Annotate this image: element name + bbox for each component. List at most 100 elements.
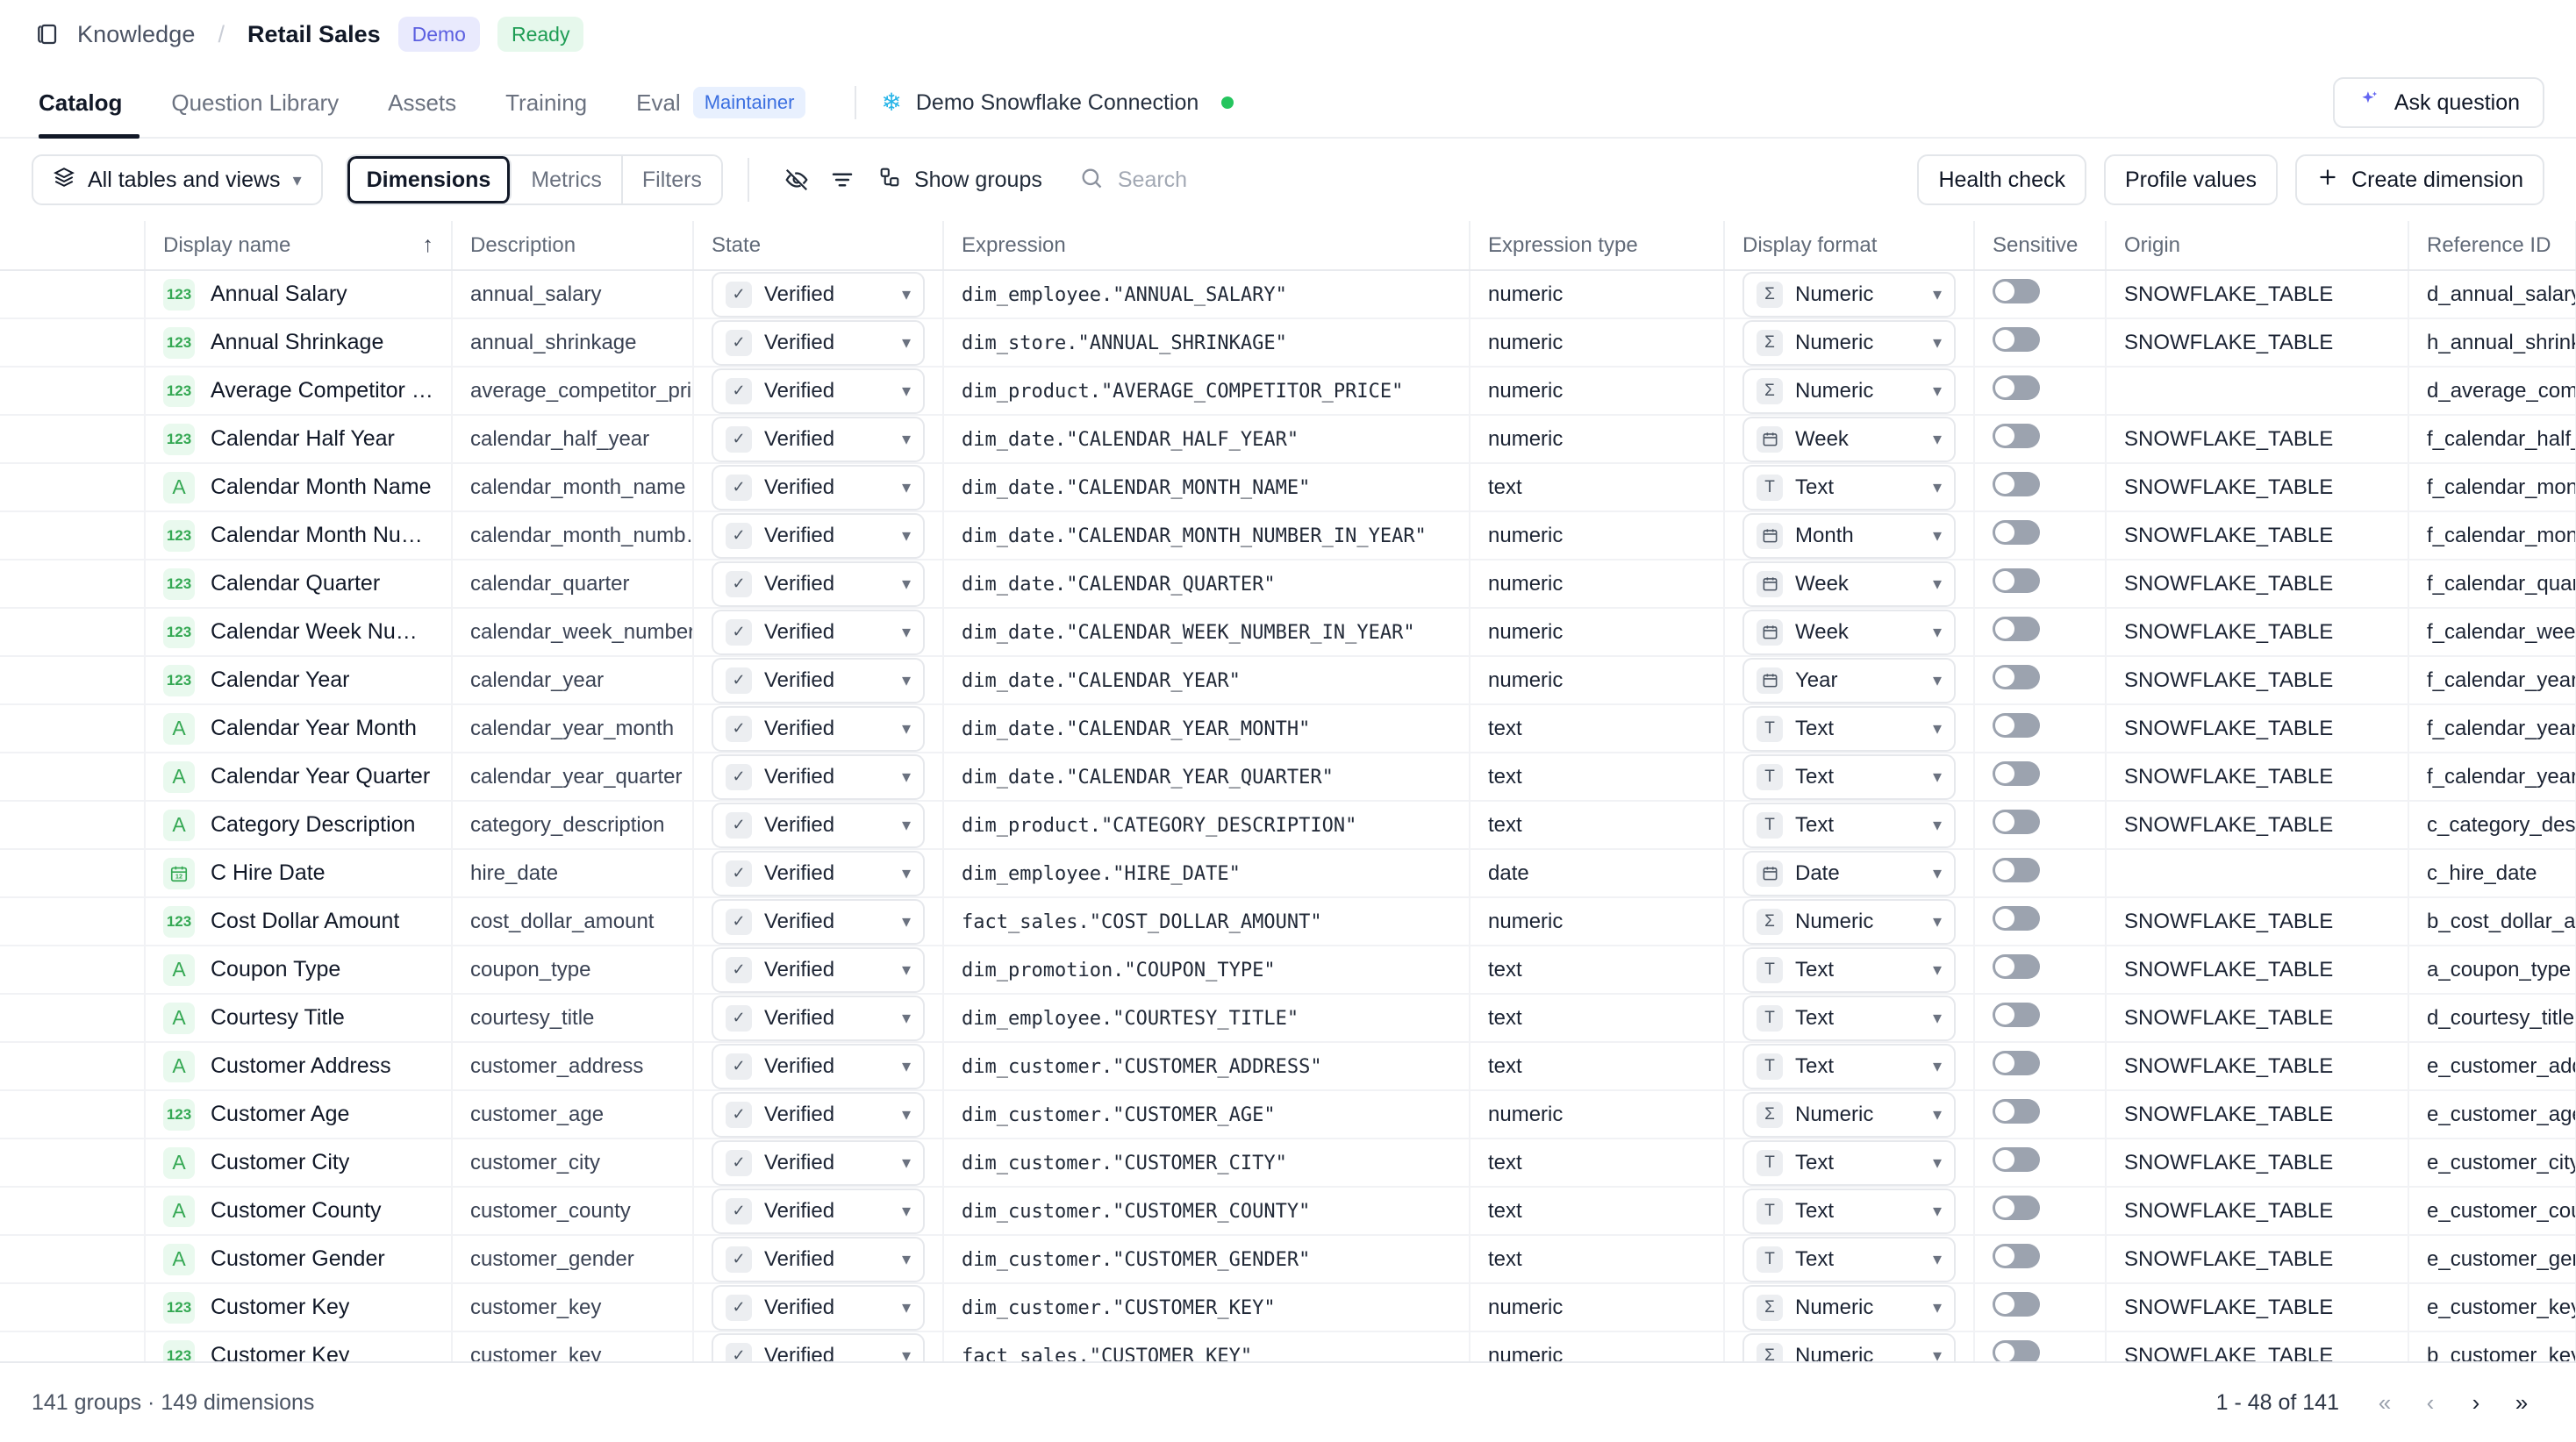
cell-expression[interactable]: dim_date."CALENDAR_YEAR_MONTH"	[943, 704, 1470, 753]
cell-description[interactable]: calendar_half_year	[452, 415, 694, 464]
cell-display-format[interactable]: Σ Numeric ▾	[1724, 1090, 1975, 1139]
cell-state[interactable]: ✓ Verified ▾	[693, 849, 944, 898]
cell-sensitive[interactable]	[1974, 656, 2107, 705]
cell-description[interactable]: calendar_year_quarter	[452, 753, 694, 802]
cell-state[interactable]: ✓ Verified ▾	[693, 1090, 944, 1139]
cell-expression[interactable]: dim_employee."COURTESY_TITLE"	[943, 994, 1470, 1043]
state-select[interactable]: ✓ Verified ▾	[712, 1188, 925, 1233]
state-select[interactable]: ✓ Verified ▾	[712, 368, 925, 413]
sensitive-toggle[interactable]	[1993, 1196, 2040, 1220]
cell-sensitive[interactable]	[1974, 463, 2107, 512]
header-expression-type[interactable]: Expression type	[1470, 221, 1725, 271]
tab-assets[interactable]: Assets	[363, 68, 481, 137]
state-select[interactable]: ✓ Verified ▾	[712, 271, 925, 317]
cell-sensitive[interactable]	[1974, 560, 2107, 609]
segment-filters[interactable]: Filters	[622, 156, 721, 203]
cell-display-name[interactable]: A Calendar Year Quarter	[145, 753, 453, 802]
cell-display-name[interactable]: 123 Customer Key	[145, 1283, 453, 1332]
cell-display-name[interactable]: A Category Description	[145, 801, 453, 850]
display-format-select[interactable]: T Text ▾	[1742, 1139, 1956, 1185]
table-row[interactable]: A Calendar Year Quarter calendar_year_quar…	[0, 753, 2576, 802]
sensitive-toggle[interactable]	[1993, 1003, 2040, 1027]
cell-display-name[interactable]: 123 Calendar Half Year	[145, 415, 453, 464]
cell-sensitive[interactable]	[1974, 608, 2107, 657]
state-select[interactable]: ✓ Verified ▾	[712, 1332, 925, 1361]
header-sensitive[interactable]: Sensitive	[1974, 221, 2107, 271]
next-page-button[interactable]: ›	[2453, 1380, 2499, 1425]
cell-display-name[interactable]: 123 Annual Salary	[145, 270, 453, 319]
cell-description[interactable]: calendar_month_name	[452, 463, 694, 512]
cell-sensitive[interactable]	[1974, 1283, 2107, 1332]
display-format-select[interactable]: T Text ▾	[1742, 946, 1956, 992]
cell-sensitive[interactable]	[1974, 897, 2107, 946]
state-select[interactable]: ✓ Verified ▾	[712, 1043, 925, 1089]
sensitive-toggle[interactable]	[1993, 1147, 2040, 1172]
display-format-select[interactable]: Week ▾	[1742, 609, 1956, 654]
cell-state[interactable]: ✓ Verified ▾	[693, 270, 944, 319]
cell-description[interactable]: courtesy_title	[452, 994, 694, 1043]
profile-values-button[interactable]: Profile values	[2103, 154, 2279, 205]
cell-display-name[interactable]: 123 Calendar Week Numbe…	[145, 608, 453, 657]
search-input[interactable]	[1117, 167, 1486, 193]
state-select[interactable]: ✓ Verified ▾	[712, 946, 925, 992]
eye-off-icon[interactable]	[774, 157, 819, 203]
table-row[interactable]: 123 Cost Dollar Amount cost_dollar_amount ✓…	[0, 897, 2576, 946]
cell-sensitive[interactable]	[1974, 318, 2107, 368]
cell-display-name[interactable]: A Customer Gender	[145, 1235, 453, 1284]
cell-state[interactable]: ✓ Verified ▾	[693, 897, 944, 946]
cell-expression[interactable]: dim_date."CALENDAR_YEAR"	[943, 656, 1470, 705]
sensitive-toggle[interactable]	[1993, 327, 2040, 352]
sensitive-toggle[interactable]	[1993, 279, 2040, 303]
cell-state[interactable]: ✓ Verified ▾	[693, 560, 944, 609]
tab-training[interactable]: Training	[481, 68, 612, 137]
table-row[interactable]: 123 Annual Salary annual_salary ✓ Verified ▾ d…	[0, 270, 2576, 319]
cell-expression[interactable]: dim_date."CALENDAR_MONTH_NUMBER_IN_YEAR"	[943, 511, 1470, 560]
table-row[interactable]: 123 Customer Age customer_age ✓ Verified ▾ dim…	[0, 1090, 2576, 1139]
cell-display-name[interactable]: A Coupon Type	[145, 946, 453, 995]
cell-display-format[interactable]: Σ Numeric ▾	[1724, 1331, 1975, 1361]
cell-display-name[interactable]: A Customer City	[145, 1139, 453, 1188]
header-state[interactable]: State	[693, 221, 944, 271]
sensitive-toggle[interactable]	[1993, 1292, 2040, 1317]
cell-display-format[interactable]: T Text ▾	[1724, 753, 1975, 802]
cell-sensitive[interactable]	[1974, 994, 2107, 1043]
show-groups-button[interactable]: Show groups	[865, 157, 1055, 203]
cell-state[interactable]: ✓ Verified ▾	[693, 511, 944, 560]
filter-icon[interactable]	[819, 157, 865, 203]
display-format-select[interactable]: T Text ▾	[1742, 753, 1956, 799]
cell-description[interactable]: calendar_quarter	[452, 560, 694, 609]
search-box[interactable]	[1079, 157, 1486, 203]
cell-display-format[interactable]: T Text ▾	[1724, 463, 1975, 512]
sensitive-toggle[interactable]	[1993, 520, 2040, 545]
segment-dimensions[interactable]: Dimensions	[347, 156, 512, 203]
sensitive-toggle[interactable]	[1993, 1099, 2040, 1124]
cell-state[interactable]: ✓ Verified ▾	[693, 656, 944, 705]
cell-sensitive[interactable]	[1974, 849, 2107, 898]
state-select[interactable]: ✓ Verified ▾	[712, 609, 925, 654]
display-format-select[interactable]: Week ▾	[1742, 416, 1956, 461]
display-format-select[interactable]: Week ▾	[1742, 560, 1956, 606]
cell-description[interactable]: calendar_year_month	[452, 704, 694, 753]
cell-display-name[interactable]: A Customer Address	[145, 1042, 453, 1091]
table-row[interactable]: 123 Average Competitor Pri… average_compet…	[0, 367, 2576, 416]
display-format-select[interactable]: Year ▾	[1742, 657, 1956, 703]
cell-display-format[interactable]: Week ▾	[1724, 608, 1975, 657]
header-origin[interactable]: Origin	[2106, 221, 2409, 271]
cell-sensitive[interactable]	[1974, 1235, 2107, 1284]
cell-state[interactable]: ✓ Verified ▾	[693, 415, 944, 464]
sensitive-toggle[interactable]	[1993, 424, 2040, 448]
display-format-select[interactable]: T Text ▾	[1742, 1236, 1956, 1281]
state-select[interactable]: ✓ Verified ▾	[712, 1139, 925, 1185]
display-format-select[interactable]: Σ Numeric ▾	[1742, 271, 1956, 317]
cell-display-name[interactable]: 123 Calendar Year	[145, 656, 453, 705]
table-row[interactable]: A Coupon Type coupon_type ✓ Verified ▾ dim_pro…	[0, 946, 2576, 995]
cell-display-format[interactable]: T Text ▾	[1724, 1139, 1975, 1188]
sensitive-toggle[interactable]	[1993, 906, 2040, 931]
state-select[interactable]: ✓ Verified ▾	[712, 1236, 925, 1281]
cell-expression[interactable]: dim_date."CALENDAR_MONTH_NAME"	[943, 463, 1470, 512]
table-row[interactable]: 123 Customer Key customer_key ✓ Verified ▾ dim…	[0, 1283, 2576, 1332]
cell-display-format[interactable]: Σ Numeric ▾	[1724, 367, 1975, 416]
cell-state[interactable]: ✓ Verified ▾	[693, 1139, 944, 1188]
cell-expression[interactable]: dim_product."AVERAGE_COMPETITOR_PRICE"	[943, 367, 1470, 416]
cell-description[interactable]: customer_county	[452, 1187, 694, 1236]
